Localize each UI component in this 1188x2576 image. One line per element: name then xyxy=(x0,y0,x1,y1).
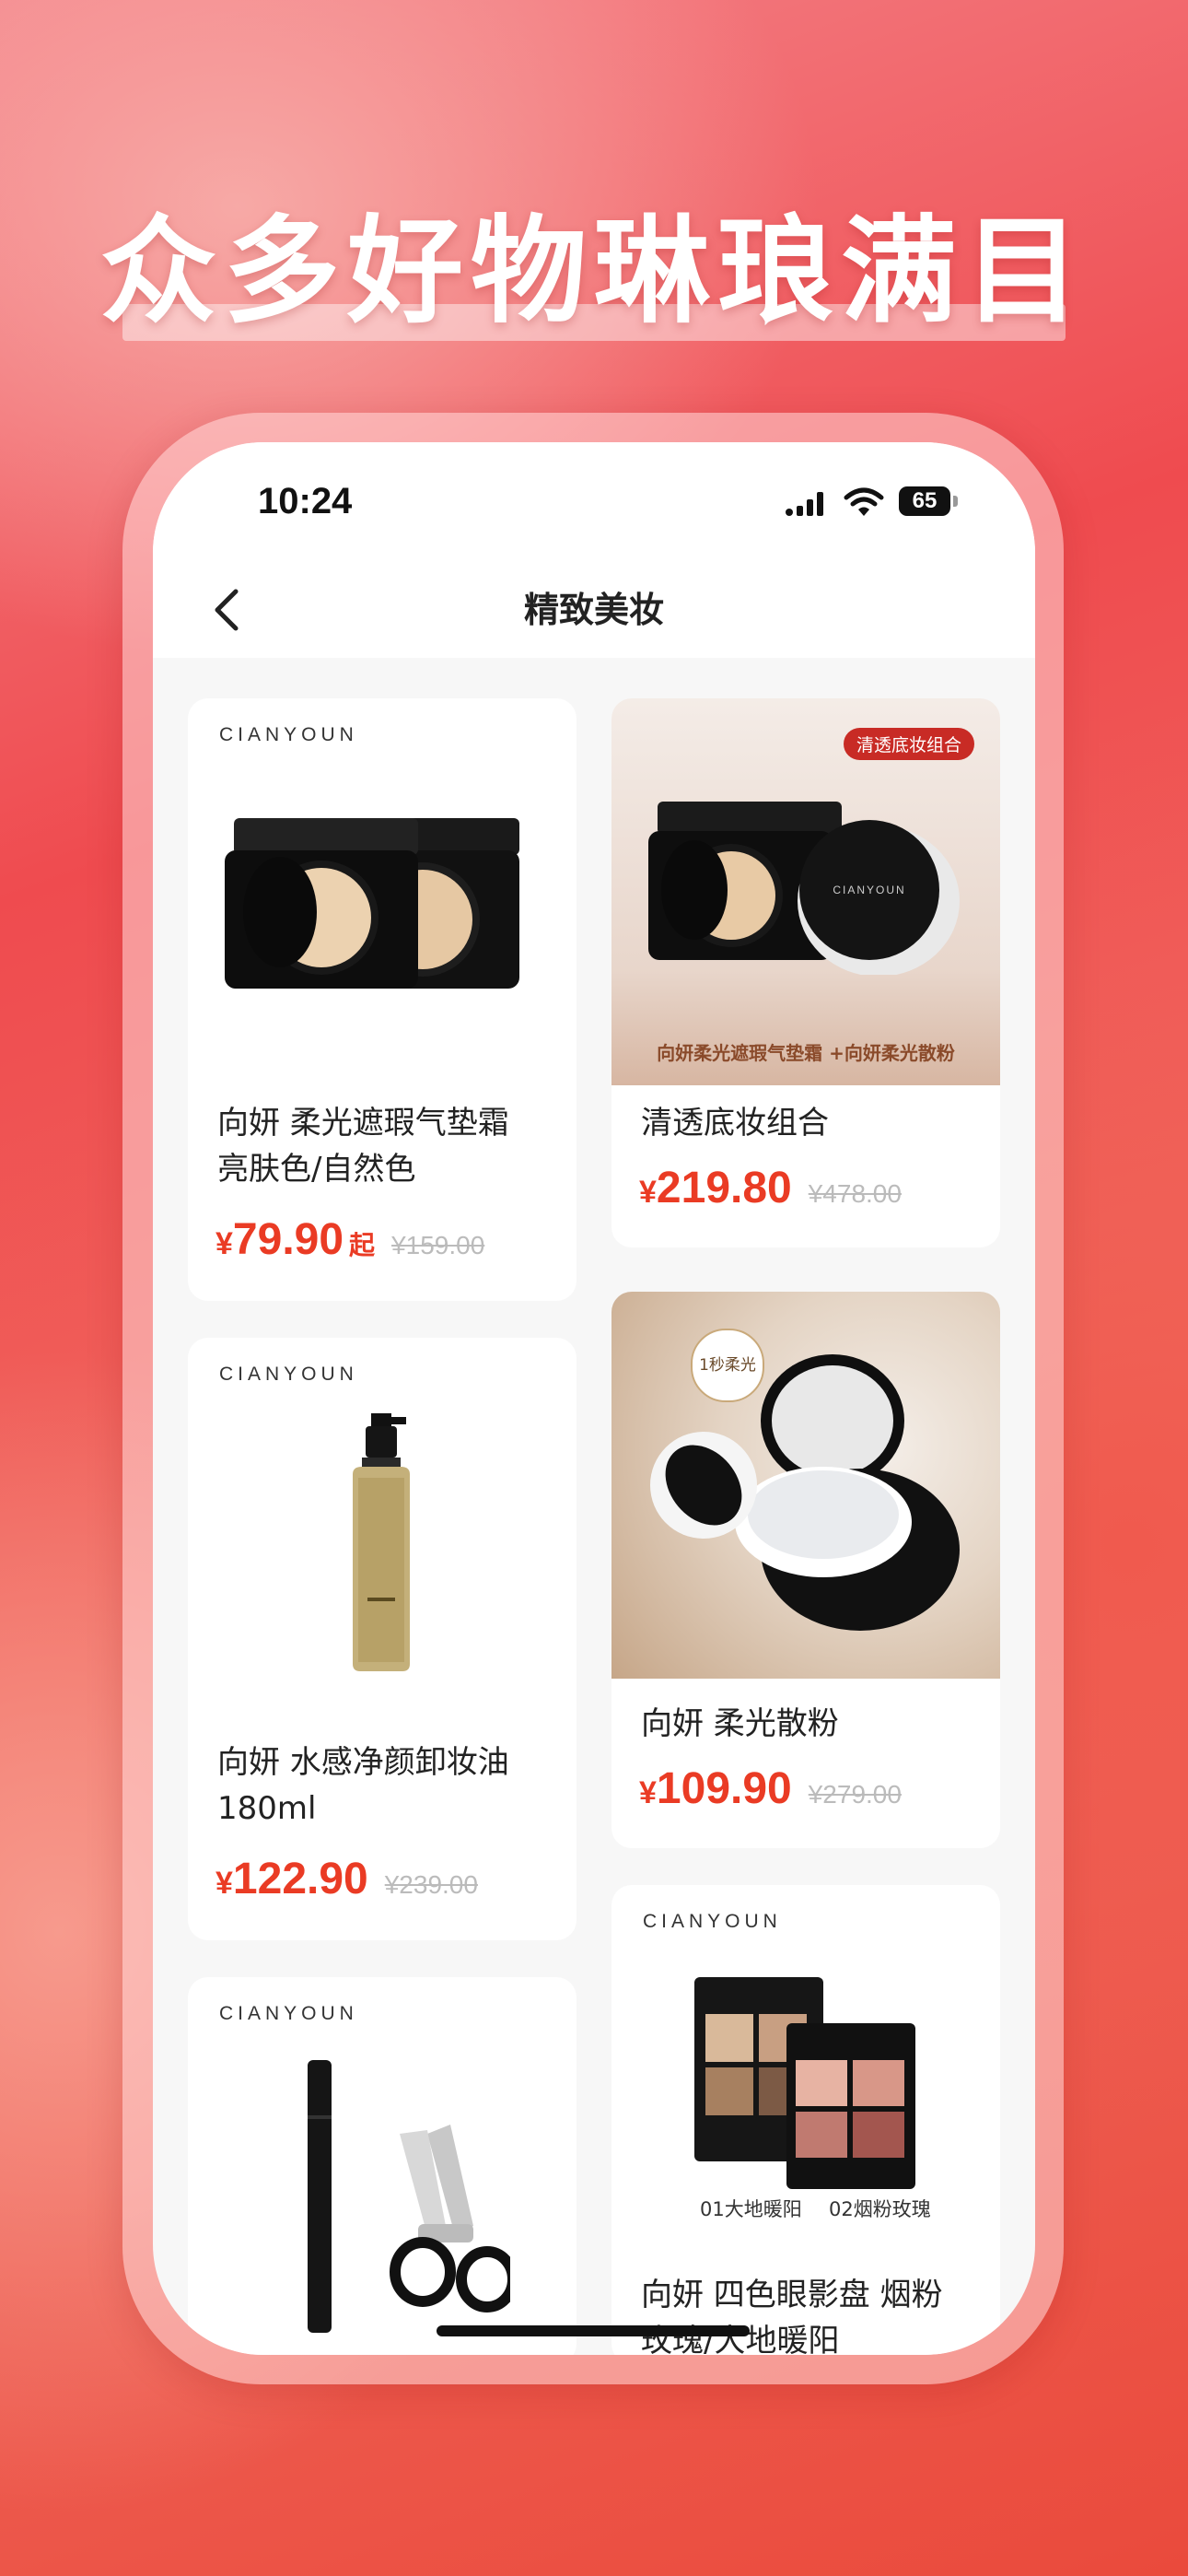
brand-logo: CIANYOUN xyxy=(643,1911,782,1932)
product-title-line1: 向妍 柔光散粉 xyxy=(641,1705,839,1742)
promo-caption: 向妍柔光遮瑕气垫霜 +向妍柔光散粉 xyxy=(657,1042,955,1064)
product-title: 向妍 柔光遮瑕气垫霜 亮肤色/自然色 xyxy=(217,1100,567,1192)
original-price: ¥239.00 xyxy=(384,1870,478,1899)
price: ¥219.80 xyxy=(639,1164,792,1212)
status-bar: 10:24 65 xyxy=(153,442,1035,562)
product-title: 向妍 四色眼影盘 烟粉 玫瑰/大地暖阳 xyxy=(641,2272,991,2355)
product-title-line2: 玫瑰/大地暖阳 xyxy=(641,2323,840,2355)
battery-cap xyxy=(953,496,958,507)
currency-symbol: ¥ xyxy=(215,1866,233,1901)
powder-promo-image: 1秒柔光 xyxy=(611,1292,1000,1679)
price-value: 122.90 xyxy=(232,1855,368,1903)
eyeshadow-palettes-image xyxy=(694,1977,915,2189)
price-value: 79.90 xyxy=(232,1215,344,1264)
swatch-label-2: 02烟粉玫瑰 xyxy=(829,2198,931,2220)
battery-icon: 65 xyxy=(899,486,950,516)
product-title: 向妍 水感净颜卸妆油 180ml xyxy=(217,1739,567,1832)
wifi-icon xyxy=(844,487,884,516)
headline: 众多好物琳琅满目 xyxy=(100,204,1088,339)
product-card-cleansing-oil[interactable]: CIANYOUN 向妍 水感净颜卸妆油 180ml ¥122.90 ¥239.00 xyxy=(188,1338,577,1940)
page-title: 精致美妆 xyxy=(523,590,664,630)
brand-logo: CIANYOUN xyxy=(219,724,358,745)
original-price: ¥478.00 xyxy=(808,1179,902,1208)
currency-symbol: ¥ xyxy=(639,1175,657,1210)
currency-symbol: ¥ xyxy=(215,1226,233,1261)
product-title-line1: 向妍 柔光遮瑕气垫霜 xyxy=(217,1105,509,1142)
combo-promo-image: CIANYOUN 清透底妆组合 向妍柔光遮瑕气垫霜 +向妍柔光散粉 xyxy=(611,698,1000,1085)
loose-powder-image xyxy=(650,1354,960,1631)
phone-screen: 10:24 65 精致美妆 CIANYOUN 向妍 柔光遮瑕气垫霜 亮肤色/自然… xyxy=(153,442,1035,2355)
product-card-lash-set[interactable]: CIANYOUN xyxy=(188,1977,577,2355)
price-row: ¥219.80 ¥478.00 xyxy=(639,1163,902,1213)
home-indicator[interactable] xyxy=(437,2325,750,2336)
price-row: ¥79.90 起 ¥159.00 xyxy=(215,1214,484,1265)
original-price: ¥159.00 xyxy=(391,1231,485,1259)
product-title-line1: 向妍 水感净颜卸妆油 xyxy=(217,1744,509,1781)
product-card-cushion[interactable]: CIANYOUN 向妍 柔光遮瑕气垫霜 亮肤色/自然色 ¥79.90 起 ¥159.… xyxy=(188,698,577,1301)
price-value: 109.90 xyxy=(656,1764,792,1813)
brand-logo: CIANYOUN xyxy=(219,1364,358,1385)
price: ¥79.90 xyxy=(215,1215,344,1264)
combo-products-image: CIANYOUN xyxy=(648,802,960,975)
mascara-and-curler-image xyxy=(308,2060,510,2333)
original-price: ¥279.00 xyxy=(808,1780,902,1809)
combo-tag: 清透底妆组合 xyxy=(843,728,974,760)
product-title-line1: 清透底妆组合 xyxy=(641,1105,829,1142)
price: ¥122.90 xyxy=(215,1855,368,1903)
brand-logo: CIANYOUN xyxy=(219,2003,358,2024)
price-value: 219.80 xyxy=(656,1164,792,1212)
price-suffix: 起 xyxy=(349,1230,376,1260)
cellular-signal-icon xyxy=(786,492,823,516)
headline-container: 众多好物琳琅满目 xyxy=(0,193,1188,350)
product-card-eyeshadow[interactable]: CIANYOUN 01大地暖阳 02烟粉玫瑰 向妍 四色眼影盘 烟粉 玫瑰/大地… xyxy=(611,1885,1000,2355)
product-title: 向妍 柔光散粉 xyxy=(641,1701,991,1747)
price-row: ¥109.90 ¥279.00 xyxy=(639,1763,902,1814)
nav-bar: 精致美妆 xyxy=(153,562,1035,658)
product-card-combo[interactable]: CIANYOUN 清透底妆组合 向妍柔光遮瑕气垫霜 +向妍柔光散粉 清透底妆组合… xyxy=(611,698,1000,1247)
product-title-line1: 向妍 四色眼影盘 烟粉 xyxy=(641,2277,943,2313)
currency-symbol: ¥ xyxy=(639,1775,657,1810)
powder-badge: 1秒柔光 xyxy=(691,1329,764,1402)
product-title: 清透底妆组合 xyxy=(641,1100,991,1146)
product-title-line2: 亮肤色/自然色 xyxy=(217,1151,416,1188)
swatch-label-1: 01大地暖阳 xyxy=(700,2198,802,2220)
cushion-compact-image xyxy=(225,818,519,989)
product-title-line2: 180ml xyxy=(217,1790,317,1827)
price-row: ¥122.90 ¥239.00 xyxy=(215,1854,478,1904)
cleansing-oil-bottle-image xyxy=(353,1413,410,1671)
price: ¥109.90 xyxy=(639,1764,792,1813)
svg-text:CIANYOUN: CIANYOUN xyxy=(833,884,905,896)
status-time: 10:24 xyxy=(258,481,353,521)
product-card-loose-powder[interactable]: 1秒柔光 向妍 柔光散粉 ¥109.90 ¥279.00 xyxy=(611,1292,1000,1848)
